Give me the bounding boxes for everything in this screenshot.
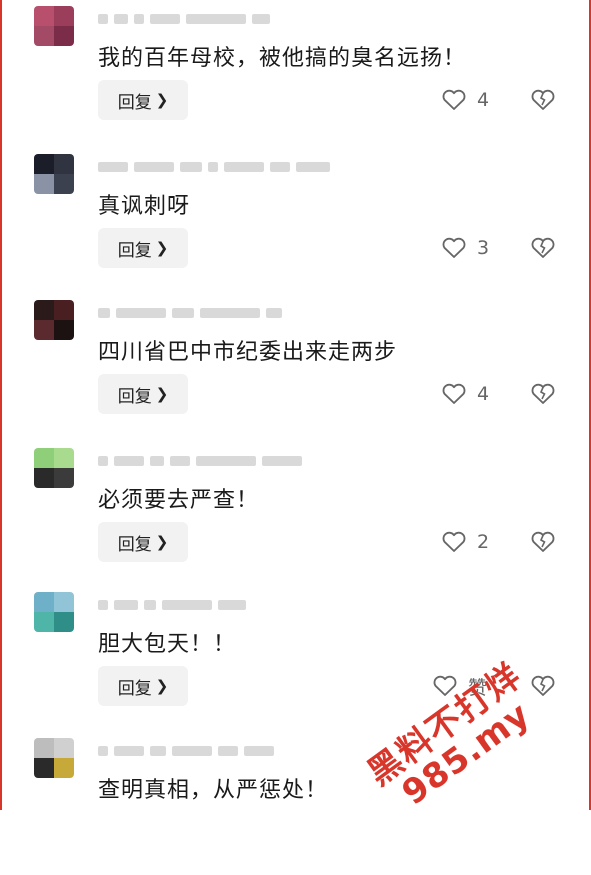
like-count: 2 [477,531,490,553]
comment-text: 四川省巴中市纪委出来走两步 [98,340,398,365]
avatar[interactable] [34,592,74,632]
comment-text: 查明真相，从严惩处！ [98,778,329,803]
like-button[interactable]: 4 [441,85,489,115]
reply-label: 回复 [117,534,152,555]
reply-button[interactable]: 回复 ❯ [98,80,188,120]
heart-outline-icon [442,89,466,110]
username-blurred [98,454,302,468]
chevron-right-icon: ❯ [155,385,169,403]
avatar[interactable] [34,738,74,778]
avatar[interactable] [34,300,74,340]
username-blurred [98,744,274,758]
username-blurred [98,598,246,612]
comment-item: 必须要去严查！ 回复 ❯ 2 [0,442,591,590]
heart-outline-icon [442,383,466,404]
comment-item: 真讽刺呀 回复 ❯ 3 [0,148,591,296]
avatar[interactable] [34,448,74,488]
dislike-broken-heart-icon[interactable] [530,235,556,261]
reply-button[interactable]: 回复 ❯ [98,522,188,562]
chevron-right-icon: ❯ [155,91,169,109]
comment-text: 我的百年母校，被他搞的臭名远扬！ [98,46,467,71]
chevron-right-icon: ❯ [155,533,169,551]
reply-button[interactable]: 回复 ❯ [98,374,188,414]
like-button[interactable]: 4 [441,379,489,409]
reply-button[interactable]: 回复 ❯ [98,666,188,706]
heart-outline-icon [442,531,466,552]
reply-button[interactable]: 回复 ❯ [98,228,188,268]
like-count: 3 [477,237,490,259]
like-count: 4 [477,89,490,111]
reply-label: 回复 [117,678,152,699]
username-blurred [98,12,270,26]
dislike-broken-heart-icon[interactable] [530,529,556,555]
heart-outline-icon [442,237,466,258]
avatar[interactable] [34,154,74,194]
comment-text: 必须要去严查！ [98,488,260,513]
like-button[interactable]: 3 [441,233,489,263]
reply-label: 回复 [117,92,152,113]
like-count: 4 [477,383,490,405]
chevron-right-icon: ❯ [155,239,169,257]
comment-text: 胆大包天！！ [98,632,237,657]
reply-label: 回复 [117,240,152,261]
like-button[interactable]: 2 [441,527,489,557]
username-blurred [98,306,282,320]
avatar[interactable] [34,6,74,46]
comment-item: 我的百年母校，被他搞的臭名远扬！ 回复 ❯ 4 [0,0,591,148]
comment-item: 四川省巴中市纪委出来走两步 回复 ❯ 4 [0,294,591,442]
reply-label: 回复 [117,386,152,407]
chevron-right-icon: ❯ [155,677,169,695]
dislike-broken-heart-icon[interactable] [530,381,556,407]
dislike-broken-heart-icon[interactable] [530,87,556,113]
comment-text: 真讽刺呀 [98,194,191,219]
username-blurred [98,160,330,174]
